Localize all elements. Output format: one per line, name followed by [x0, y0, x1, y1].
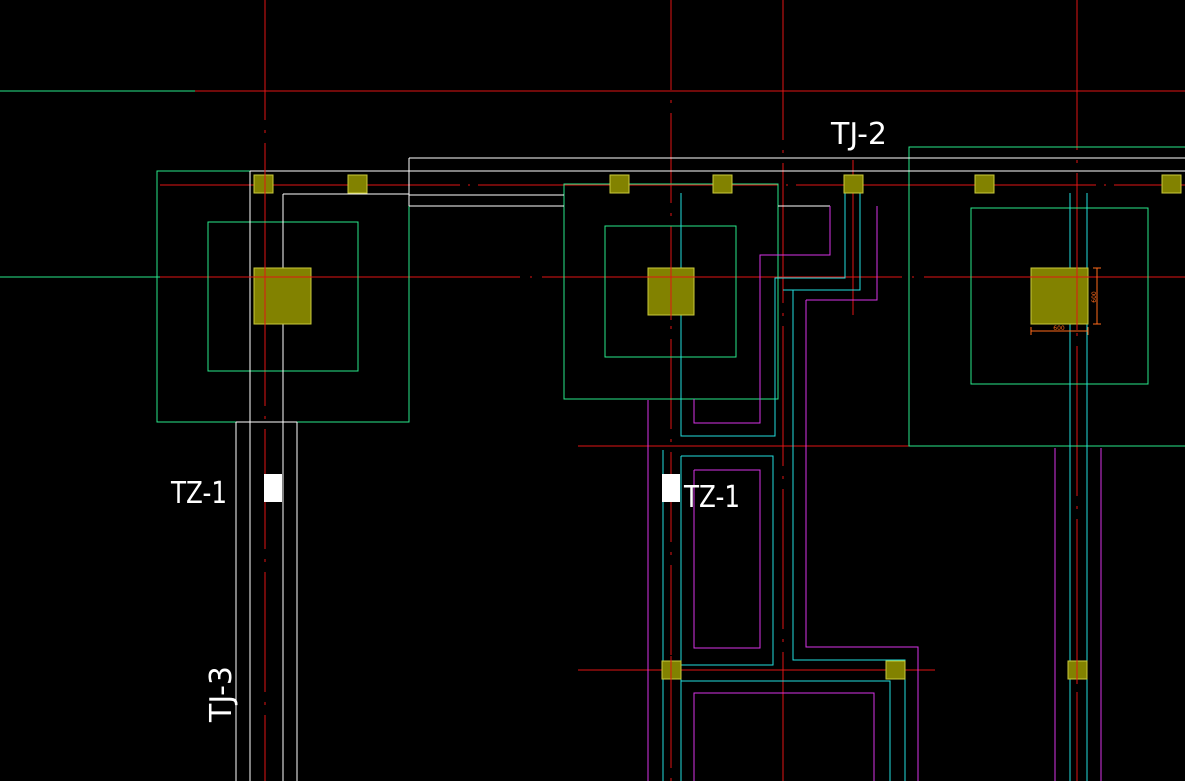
small-column[interactable] [347, 174, 368, 194]
marker-blocks [264, 474, 680, 502]
magenta-pipe [806, 206, 878, 301]
foundation-plan-canvas[interactable]: 600 600 TJ-2 TZ-1 TZ-1 TJ-3 [0, 0, 1185, 781]
cyan-pipe [783, 193, 861, 291]
small-column[interactable] [843, 174, 864, 194]
small-column[interactable] [253, 174, 274, 194]
small-column[interactable] [1161, 174, 1182, 194]
small-column[interactable] [885, 660, 906, 680]
axis-extension-lines [0, 90, 195, 278]
tz1-marker-block[interactable] [264, 474, 282, 502]
tz1-marker-block[interactable] [662, 474, 680, 502]
tz1-right-label[interactable]: TZ-1 [683, 480, 740, 515]
cyan-pipe [680, 193, 846, 437]
cyan-pipe [681, 680, 891, 781]
columns [253, 174, 1182, 680]
main-column[interactable] [1030, 267, 1089, 325]
magenta-pipe [693, 206, 831, 424]
small-column[interactable] [974, 174, 995, 194]
magenta-pipe [693, 692, 875, 781]
small-column[interactable] [712, 174, 733, 194]
cyan-pipe [792, 290, 906, 781]
small-column[interactable] [609, 174, 630, 194]
tj2-label[interactable]: TJ-2 [830, 117, 887, 152]
tz1-left-label[interactable]: TZ-1 [170, 476, 227, 511]
main-column[interactable] [253, 267, 312, 325]
dimension-height-label: 600 [1091, 291, 1098, 303]
cad-drawing-viewport[interactable]: 600 600 TJ-2 TZ-1 TZ-1 TJ-3 [0, 0, 1185, 781]
tj3-label[interactable]: TJ-3 [204, 666, 239, 723]
magenta-pipe [805, 300, 919, 781]
dimension-width-label: 600 [1053, 325, 1065, 332]
